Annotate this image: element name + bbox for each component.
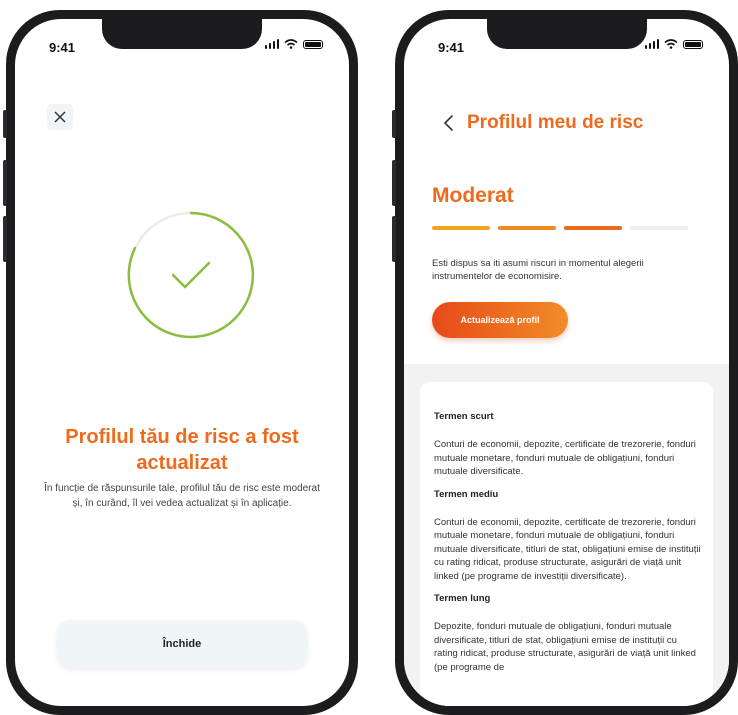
- side-button: [3, 216, 7, 262]
- side-button: [3, 160, 7, 206]
- success-checkmark: [127, 211, 255, 339]
- terms-list: Termen scurt Conturi de economii, depozi…: [434, 411, 702, 684]
- term-heading: Termen scurt: [434, 411, 494, 422]
- risk-scale: [432, 226, 688, 230]
- side-button: [392, 110, 396, 138]
- close-main-button[interactable]: Închide: [57, 620, 307, 668]
- status-time: 9:41: [49, 40, 76, 55]
- risk-segment: [630, 226, 688, 230]
- page-title: Profilul meu de risc: [467, 112, 644, 133]
- term-heading: Termen mediu: [434, 488, 499, 500]
- success-description: În funcție de răspunsurile tale, profilu…: [44, 483, 320, 509]
- side-button: [392, 160, 396, 206]
- status-icons: [644, 39, 703, 49]
- side-button: [392, 216, 396, 262]
- risk-segment: [564, 226, 622, 230]
- checkmark-icon: [171, 261, 211, 289]
- term-body: Conturi de economii, depozite, certifica…: [434, 516, 701, 582]
- term-heading: Termen lung: [434, 593, 491, 604]
- risk-segment: [432, 226, 490, 230]
- side-button: [3, 110, 7, 138]
- close-icon: [54, 111, 66, 123]
- wifi-icon: [284, 39, 298, 49]
- chevron-left-icon[interactable]: [442, 114, 456, 132]
- signal-icon: [644, 39, 659, 49]
- notch: [102, 19, 262, 49]
- screen: 9:41 Profilul meu de risc Moderat Esti d…: [404, 19, 729, 706]
- phone-right: 9:41 Profilul meu de risc Moderat Esti d…: [392, 10, 738, 715]
- close-button[interactable]: [47, 104, 73, 130]
- status-icons: [264, 39, 323, 49]
- success-title: Profilul tău de risc a fost actualizat: [65, 426, 299, 474]
- signal-icon: [264, 39, 279, 49]
- battery-icon: [683, 39, 703, 49]
- notch: [486, 19, 647, 49]
- risk-level: Moderat: [432, 184, 514, 207]
- status-time: 9:41: [438, 40, 465, 55]
- risk-description: Esti dispus sa iti asumi riscuri in mome…: [432, 258, 644, 282]
- screen: 9:41 Profilul tău de risc a fost actuali…: [15, 19, 349, 706]
- battery-icon: [303, 39, 323, 49]
- term-body: Depozite, fonduri mutuale de obligațiuni…: [434, 621, 696, 673]
- update-profile-button[interactable]: Actualizează profil: [432, 302, 568, 338]
- wifi-icon: [664, 39, 678, 49]
- risk-segment: [498, 226, 556, 230]
- term-body: Conturi de economii, depozite, certifica…: [434, 439, 696, 477]
- phone-left: 9:41 Profilul tău de risc a fost actuali…: [3, 10, 358, 715]
